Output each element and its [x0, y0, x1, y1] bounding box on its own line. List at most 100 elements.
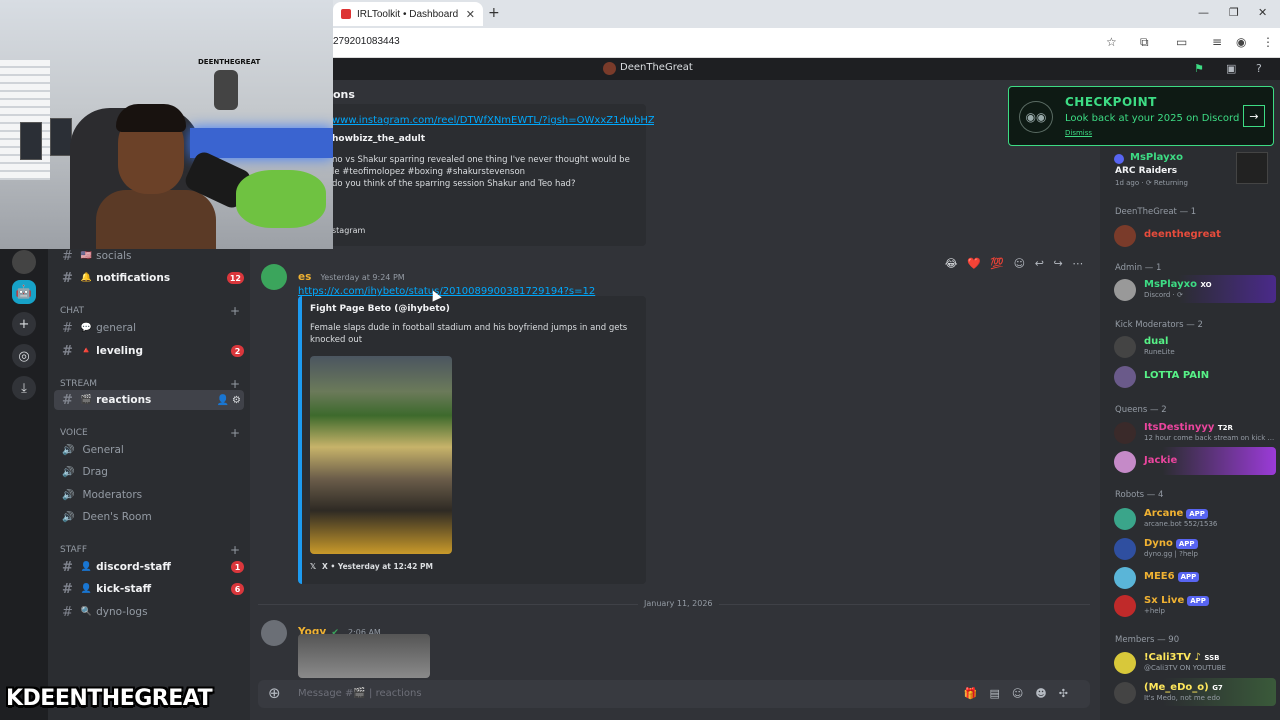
message-composer[interactable]: ⊕ Message #🎬 | reactions 🎁▤☺☻✣ — [258, 680, 1090, 708]
flag-icon[interactable]: ⚑ — [1194, 62, 1204, 75]
member-mod-lotta-pain[interactable]: LOTTA PAIN — [1114, 362, 1276, 390]
member-owner[interactable]: deenthegreat — [1114, 221, 1276, 249]
embed-text: Female slaps dude in football stadium an… — [310, 323, 628, 345]
extensions-icon[interactable]: ⧉ — [1140, 35, 1149, 50]
bookmark-star-icon[interactable]: ☆ — [1106, 35, 1117, 49]
activity-game: ARC Raiders — [1115, 166, 1178, 176]
member-group-header: Queens — 2 — [1115, 405, 1167, 415]
category-chat[interactable]: CHAT + — [60, 304, 240, 318]
member-bot-dyno[interactable]: Dyno APP dyno.gg | ?help — [1114, 534, 1276, 562]
discover-icon[interactable]: ◎ — [12, 344, 36, 368]
browser-tab[interactable]: IRLToolkit • Dashboard ✕ — [333, 2, 483, 26]
avatar — [1114, 538, 1136, 560]
x-embed: Fight Page Beto (@ihybeto) Female slaps … — [298, 296, 646, 584]
member-bot-sxlive[interactable]: Sx Live APP +help — [1114, 591, 1276, 619]
arrow-right-icon[interactable]: → — [1243, 105, 1265, 127]
window-blinds — [0, 60, 50, 180]
voice-channel-moderators[interactable]: 🔊 Moderators — [54, 485, 244, 505]
channel-settings-icon[interactable]: 👤⚙ — [217, 395, 244, 406]
hash-icon: # — [62, 320, 73, 336]
channel-reactions[interactable]: # 🎬 reactions 👤⚙ — [54, 390, 244, 410]
add-server-icon[interactable]: + — [12, 312, 36, 336]
tab-close-icon[interactable]: ✕ — [466, 8, 475, 21]
more-icon[interactable]: ⋯ — [1072, 257, 1083, 270]
cast-icon[interactable]: ▭ — [1176, 35, 1187, 49]
channel-notifications[interactable]: # 🔔 notifications 12 — [54, 268, 244, 288]
add-channel-icon[interactable]: + — [230, 543, 240, 557]
new-tab-button[interactable]: + — [488, 5, 500, 21]
member-name-text: Sx Live — [1144, 595, 1185, 606]
member-name-text: Dyno — [1144, 538, 1173, 549]
user-avatar[interactable] — [261, 620, 287, 646]
url-field[interactable]: 279201083443 — [333, 36, 400, 47]
attachment-image[interactable] — [298, 634, 430, 678]
help-icon[interactable]: ? — [1256, 62, 1262, 75]
channel-discord-staff[interactable]: # 👤 discord-staff 1 — [54, 557, 244, 577]
composer-icons[interactable]: 🎁▤☺☻✣ — [964, 687, 1080, 700]
member-name: MsPlayxo XO — [1144, 279, 1212, 290]
member-name: deenthegreat — [1144, 229, 1221, 240]
channel-leveling[interactable]: # 🔺 leveling 2 — [54, 341, 244, 361]
avatar — [1114, 567, 1136, 589]
attach-plus-icon[interactable]: ⊕ — [268, 684, 281, 702]
active-server-icon[interactable]: 🤖 — [12, 280, 36, 304]
channel-dyno-logs[interactable]: # 🔍 dyno-logs — [54, 602, 244, 622]
server-icon — [603, 62, 616, 75]
member-mod-dual[interactable]: dual RuneLite — [1114, 332, 1276, 360]
add-reaction-icon[interactable]: ☺ — [1014, 257, 1025, 270]
category-staff[interactable]: STAFF + — [60, 543, 240, 557]
voice-channel-deens-room[interactable]: 🔊 Deen's Room — [54, 507, 244, 527]
server-avatar[interactable] — [12, 250, 36, 274]
wall-poster — [50, 118, 72, 156]
channel-general[interactable]: # 💬 general — [54, 318, 244, 338]
hash-icon: # — [62, 559, 73, 575]
member-bot-mee6[interactable]: MEE6 APP — [1114, 563, 1276, 591]
member-cali3tv[interactable]: !Cali3TV ♪ SSB @Cali3TV ON YOUTUBE — [1114, 648, 1276, 676]
member-queen-itsdestinyyy[interactable]: ItsDestinyyy T2R 12 hour come back strea… — [1114, 418, 1276, 446]
forward-icon[interactable]: ↪ — [1053, 257, 1062, 270]
media-icon[interactable]: ≡ — [1212, 35, 1222, 49]
reaction-heart-icon[interactable]: ❤️ — [967, 257, 981, 270]
member-group-header: Robots — 4 — [1115, 490, 1164, 500]
embed-image[interactable] — [310, 356, 452, 554]
close-window-icon[interactable]: ✕ — [1258, 6, 1267, 19]
reply-icon[interactable]: ↩ — [1035, 257, 1044, 270]
checkpoint-banner[interactable]: ◉◉ CHECKPOINT Look back at your 2025 on … — [1008, 86, 1274, 146]
category-voice[interactable]: VOICE + — [60, 426, 240, 440]
member-meedoo[interactable]: (Me_eDo_o) G7 It's Medo, not me edo — [1114, 678, 1276, 706]
member-name: MEE6 APP — [1144, 571, 1200, 582]
member-name-text: !Cali3TV ♪ — [1144, 652, 1201, 663]
member-msplayxo-activity[interactable]: MsPlayxo ARC Raiders 1d ago · ⟳ Returnin… — [1114, 150, 1276, 187]
speaker-icon: 🔊 — [62, 444, 75, 456]
inbox-icon[interactable]: ▣ — [1226, 62, 1236, 75]
add-channel-icon[interactable]: + — [230, 304, 240, 318]
user-avatar[interactable] — [261, 264, 287, 290]
avatar — [1114, 422, 1136, 444]
download-icon[interactable]: ⤓ — [12, 376, 36, 400]
member-bot-arcane[interactable]: Arcane APP arcane.bot 552/1536 — [1114, 504, 1276, 532]
reaction-100-icon[interactable]: 💯 — [990, 257, 1004, 270]
voice-channel-drag[interactable]: 🔊 Drag — [54, 462, 244, 482]
profile-icon[interactable]: ◉ — [1236, 35, 1246, 49]
channel-socials[interactable]: # 🇺🇸 socials — [54, 246, 244, 266]
channel-kick-staff[interactable]: # 👤 kick-staff 6 — [54, 579, 244, 599]
x-logo-icon: 𝕏 — [310, 562, 317, 571]
checkpoint-dismiss-link[interactable]: Dismiss — [1065, 129, 1092, 137]
minimize-icon[interactable]: — — [1198, 6, 1209, 19]
restore-icon[interactable]: ❐ — [1229, 6, 1239, 19]
reaction-laugh-icon[interactable]: 😂 — [945, 257, 958, 270]
category-stream[interactable]: STREAM + — [60, 377, 240, 391]
instagram-link[interactable]: www.instagram.com/reel/DTWfXNmEWTL/?igsh… — [332, 115, 654, 126]
avatar — [1114, 366, 1136, 388]
embed-author[interactable]: Fight Page Beto (@ihybeto) — [310, 304, 450, 314]
member-admin[interactable]: MsPlayxo XO Discord · ⟳ — [1114, 275, 1276, 303]
voice-channel-general[interactable]: 🔊 General — [54, 440, 244, 460]
channel-emoji: 🎬 — [80, 395, 93, 405]
member-queen-jackie[interactable]: Jackie — [1114, 447, 1276, 475]
add-channel-icon[interactable]: + — [230, 377, 240, 391]
date-divider-label: January 11, 2026 — [638, 599, 719, 608]
menu-icon[interactable]: ⋮ — [1262, 35, 1274, 49]
add-channel-icon[interactable]: + — [230, 426, 240, 440]
hash-icon: # — [62, 604, 73, 620]
mention-badge: 12 — [226, 272, 244, 284]
